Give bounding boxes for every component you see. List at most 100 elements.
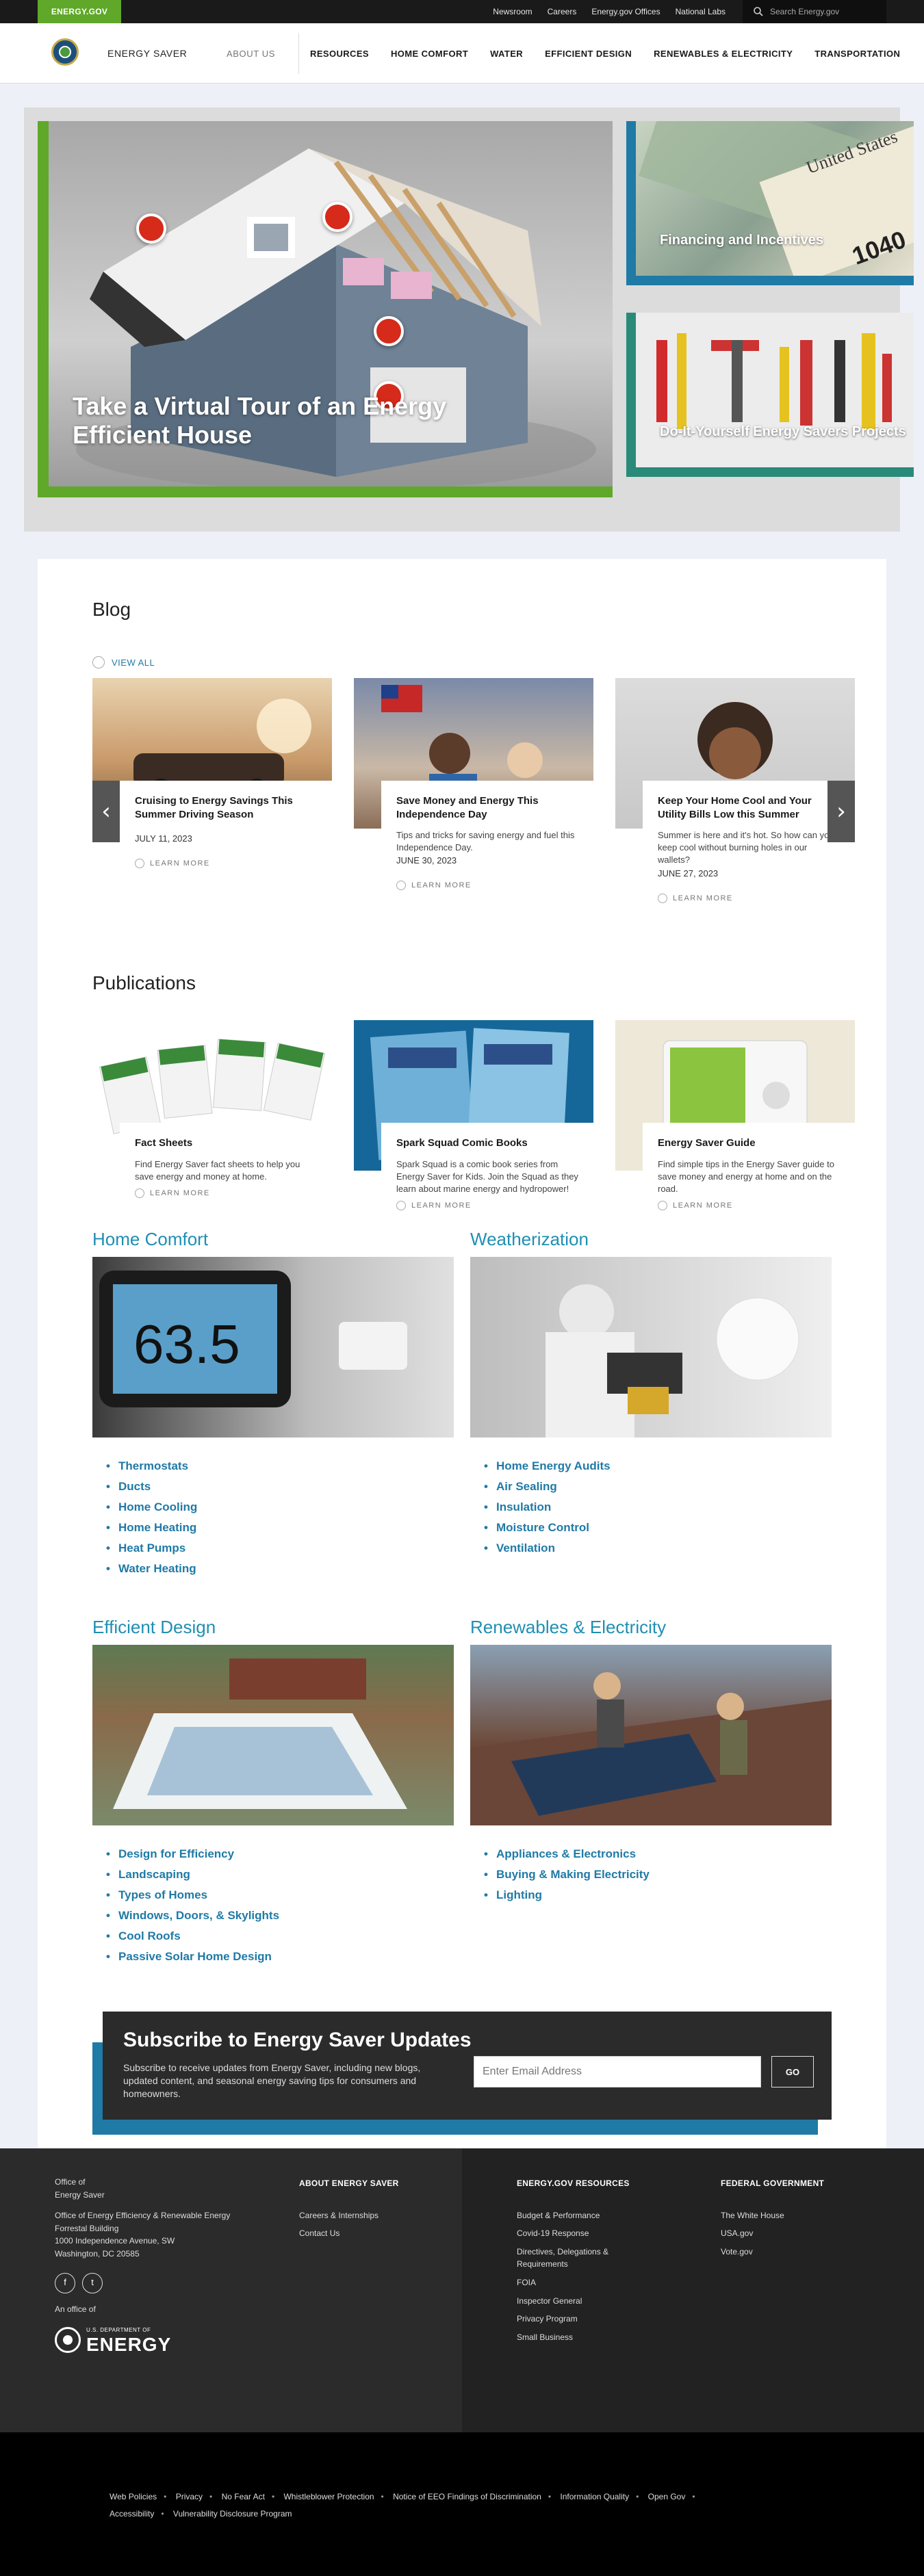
twitter-icon[interactable]: t [82, 2272, 103, 2293]
footer-link[interactable]: Inspector General [517, 2295, 640, 2308]
blog-title[interactable]: Keep Your Home Cool and Your Utility Bil… [658, 794, 840, 821]
financing-card[interactable]: United States 1040 Financing and Incenti… [626, 121, 914, 285]
site-name[interactable]: ENERGY SAVER [107, 23, 187, 83]
blog-card[interactable]: Save Money and Energy This Independence … [354, 678, 593, 898]
tour-hotspot[interactable] [136, 213, 166, 244]
learn-more-link[interactable]: LEARN MORE [658, 893, 840, 903]
policy-link[interactable]: Open Gov [648, 2492, 686, 2501]
national-labs-link[interactable]: National Labs [676, 7, 726, 16]
email-input[interactable]: Enter Email Address [474, 2056, 761, 2087]
topic-link[interactable]: Ducts [106, 1480, 454, 1494]
tour-hotspot[interactable] [322, 202, 352, 232]
careers-link[interactable]: Careers [548, 7, 577, 16]
topic-link[interactable]: Buying & Making Electricity [484, 1868, 832, 1882]
topic-link[interactable]: Air Sealing [484, 1480, 832, 1494]
learn-more-link[interactable]: LEARN MORE [658, 1201, 840, 1211]
subscribe-go-button[interactable]: GO [771, 2056, 814, 2087]
carousel-prev-button[interactable]: ‹ [92, 781, 120, 842]
publication-desc: Find simple tips in the Energy Saver gui… [658, 1158, 834, 1194]
topic-link[interactable]: Home Energy Audits [484, 1459, 832, 1473]
learn-more-link[interactable]: LEARN MORE [396, 1201, 578, 1211]
topic-link[interactable]: Windows, Doors, & Skylights [106, 1909, 454, 1923]
nav-home-comfort[interactable]: HOME COMFORT [380, 49, 479, 59]
topic-link[interactable]: Heat Pumps [106, 1541, 454, 1555]
diy-projects-card[interactable]: Do-It-Yourself Energy Savers Projects [626, 313, 914, 477]
view-all-label: VIEW ALL [112, 657, 155, 668]
virtual-tour-card[interactable]: Take a Virtual Tour of an Energy Efficie… [38, 121, 613, 497]
footer-link[interactable]: The White House [721, 2209, 858, 2222]
nav-about-us[interactable]: ABOUT US [216, 33, 300, 74]
publication-card[interactable]: Energy Saver Guide Find simple tips in t… [615, 1020, 855, 1218]
policy-link[interactable]: Web Policies [110, 2492, 157, 2501]
nav-resources[interactable]: RESOURCES [299, 49, 380, 59]
view-all-link[interactable]: VIEW ALL [92, 656, 832, 668]
topic-link[interactable]: Home Cooling [106, 1500, 454, 1514]
policy-link[interactable]: Vulnerability Disclosure Program [173, 2509, 292, 2519]
an-office-of: An office of [55, 2304, 96, 2314]
topic-link[interactable]: Cool Roofs [106, 1929, 454, 1943]
facebook-icon[interactable]: f [55, 2272, 75, 2293]
doe-seal-icon[interactable] [51, 38, 79, 66]
office-line: Energy Saver [55, 2189, 105, 2200]
topic-link[interactable]: Moisture Control [484, 1521, 832, 1535]
topic-title[interactable]: Weatherization [470, 1229, 832, 1250]
publication-title[interactable]: Spark Squad Comic Books [396, 1136, 578, 1150]
policy-link[interactable]: Privacy [176, 2492, 203, 2501]
learn-more-link[interactable]: LEARN MORE [135, 859, 317, 868]
blog-card[interactable]: Keep Your Home Cool and Your Utility Bil… [615, 678, 855, 910]
learn-more-link[interactable]: LEARN MORE [396, 881, 578, 891]
publication-title[interactable]: Fact Sheets [135, 1136, 317, 1150]
topic-link[interactable]: Home Heating [106, 1521, 454, 1535]
topic-link[interactable]: Ventilation [484, 1541, 832, 1555]
topic-link[interactable]: Insulation [484, 1500, 832, 1514]
search-input[interactable]: Search Energy.gov [743, 0, 886, 23]
publication-card[interactable]: Spark Squad Comic Books Spark Squad is a… [354, 1020, 593, 1218]
topic-link[interactable]: Passive Solar Home Design [106, 1950, 454, 1964]
footer-link[interactable]: Budget & Performance [517, 2209, 640, 2222]
energy-gov-logo[interactable]: ENERGY.GOV [38, 0, 121, 23]
learn-more-link[interactable]: LEARN MORE [135, 1188, 317, 1198]
nav-water[interactable]: WATER [479, 49, 534, 59]
offices-link[interactable]: Energy.gov Offices [591, 7, 660, 16]
policy-link[interactable]: No Fear Act [222, 2492, 265, 2501]
topic-home-comfort: Home Comfort 63.5 Thermostats Ducts Home… [92, 1229, 454, 1583]
blog-title[interactable]: Save Money and Energy This Independence … [396, 794, 578, 821]
nav-transportation[interactable]: TRANSPORTATION [804, 49, 911, 59]
topic-link[interactable]: Lighting [484, 1888, 832, 1902]
topic-title[interactable]: Renewables & Electricity [470, 1617, 832, 1638]
publication-title[interactable]: Energy Saver Guide [658, 1136, 840, 1150]
blog-title[interactable]: Cruising to Energy Savings This Summer D… [135, 794, 317, 821]
footer-link[interactable]: Covid-19 Response [517, 2227, 640, 2240]
footer-link[interactable]: Small Business [517, 2331, 640, 2344]
newsroom-link[interactable]: Newsroom [493, 7, 532, 16]
tour-hotspot[interactable] [374, 316, 404, 346]
footer-link[interactable]: Privacy Program [517, 2313, 640, 2326]
topic-link[interactable]: Types of Homes [106, 1888, 454, 1902]
policy-link[interactable]: Information Quality [560, 2492, 629, 2501]
carousel-next-button[interactable]: › [827, 781, 855, 842]
topic-link[interactable]: Landscaping [106, 1868, 454, 1882]
topic-title[interactable]: Efficient Design [92, 1617, 454, 1638]
doe-logo-big: ENERGY [86, 2333, 172, 2355]
topic-link[interactable]: Appliances & Electronics [484, 1847, 832, 1861]
footer-federal-column: FEDERAL GOVERNMENT The White House USA.g… [721, 2177, 858, 2263]
footer-link[interactable]: FOIA [517, 2276, 640, 2289]
doe-logo[interactable]: U.S. DEPARTMENT OF ENERGY [55, 2326, 260, 2354]
topic-link[interactable]: Water Heating [106, 1562, 454, 1576]
publication-card[interactable]: Fact Sheets Find Energy Saver fact sheet… [92, 1020, 332, 1205]
nav-renewables[interactable]: RENEWABLES & ELECTRICITY [643, 49, 804, 59]
careers-internships-link[interactable]: Careers & Internships [299, 2209, 450, 2222]
contact-us-link[interactable]: Contact Us [299, 2227, 450, 2240]
policy-link[interactable]: Whistleblower Protection [283, 2492, 374, 2501]
footer-link[interactable]: USA.gov [721, 2227, 858, 2240]
topic-link[interactable]: Design for Efficiency [106, 1847, 454, 1861]
footer-link[interactable]: Directives, Delegations & Requirements [517, 2246, 640, 2271]
policy-link[interactable]: Notice of EEO Findings of Discrimination [393, 2492, 541, 2501]
nav-efficient-design[interactable]: EFFICIENT DESIGN [534, 49, 643, 59]
footer-link[interactable]: Vote.gov [721, 2246, 858, 2259]
policy-link[interactable]: Accessibility [110, 2509, 154, 2519]
blog-card[interactable]: Cruising to Energy Savings This Summer D… [92, 678, 332, 875]
footer-resources-column: ENERGY.GOV RESOURCES Budget & Performanc… [517, 2177, 640, 2349]
topic-link[interactable]: Thermostats [106, 1459, 454, 1473]
topic-title[interactable]: Home Comfort [92, 1229, 454, 1250]
